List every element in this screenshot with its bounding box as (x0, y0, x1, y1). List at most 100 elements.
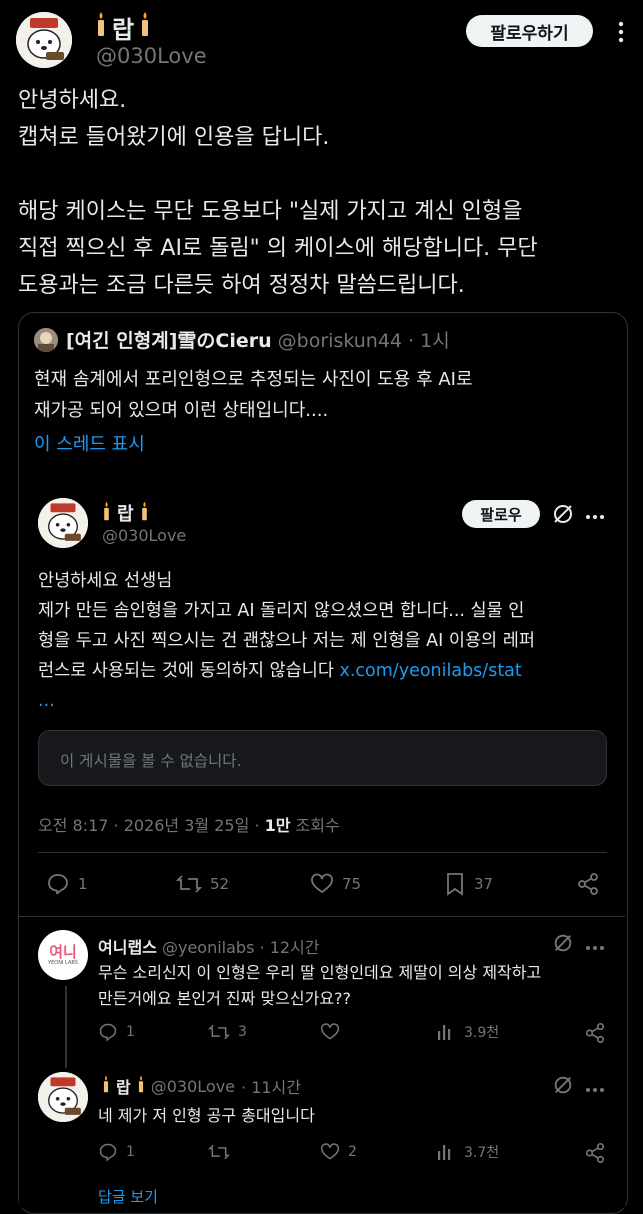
thread-line (65, 986, 67, 1068)
reply1-display-name[interactable]: 여니랩스 (98, 938, 157, 957)
reply2-more-icon[interactable] (584, 1080, 606, 1092)
repost-count: 3 (238, 1024, 247, 1040)
like-count: 2 (348, 1144, 357, 1160)
like-count: 75 (342, 875, 362, 893)
author-display-name[interactable]: 랍 (112, 10, 134, 45)
inner-meta-time: 오전 8:17 · 2026년 3월 25일 · (38, 816, 265, 835)
grok-icon[interactable] (551, 502, 575, 526)
repost-icon (176, 875, 202, 893)
candle-icon (140, 501, 149, 526)
author-handle[interactable]: @030Love (96, 44, 207, 68)
quoted-line: 재가공 되어 있으며 이런 상태입니다.... (34, 400, 329, 421)
divider (19, 916, 625, 917)
post-line: 안녕하세요. (18, 88, 127, 113)
unavailable-post-box: 이 게시물을 볼 수 없습니다. (38, 730, 607, 786)
reply1-handle[interactable]: @yeonilabs (162, 938, 254, 957)
reply1-time: · 12시간 (259, 938, 320, 957)
reply2-text: 네 제가 저 인형 공구 총대입니다 (98, 1106, 315, 1125)
unavailable-text: 이 게시물을 볼 수 없습니다. (60, 752, 242, 770)
show-thread-link[interactable]: 이 스레드 표시 (34, 430, 145, 456)
reply1-avatar[interactable]: 여니 YEONI LABS (38, 930, 88, 980)
more-replies-link[interactable]: 답글 보기 (98, 1186, 158, 1207)
reply2-repost-button[interactable] (208, 1142, 238, 1162)
author-avatar[interactable] (16, 12, 72, 68)
inner-post-link-more[interactable]: ... (38, 686, 608, 716)
inner-meta: 오전 8:17 · 2026년 3월 25일 · 1만 조회수 (38, 812, 340, 836)
post-line (18, 156, 628, 193)
reply2-display-name[interactable]: 랍 (116, 1074, 131, 1098)
inner-share-button[interactable] (576, 872, 600, 896)
inner-follow-button[interactable]: 팔로우 (462, 500, 540, 528)
heart-icon (311, 873, 333, 894)
post-line: 도용과는 조금 다른듯 하여 정정차 말씀드립니다. (18, 273, 465, 298)
inner-line: 안녕하세요 선생님 (38, 571, 173, 591)
share-icon (578, 873, 598, 895)
candle-icon (102, 501, 111, 526)
quoted-handle[interactable]: @boriskun44 (278, 330, 402, 352)
grok-icon[interactable] (552, 1074, 574, 1096)
candle-icon (137, 1075, 145, 1097)
inner-post-link[interactable]: x.com/yeonilabs/stat (340, 661, 522, 681)
reply2-time: · 11시간 (241, 1078, 301, 1097)
reply1-line: 만든거에요 본인거 진짜 맞으신가요?? (98, 989, 352, 1008)
views-chart-icon (438, 1025, 451, 1040)
repost-icon (208, 1024, 230, 1040)
views-count: 3.9천 (464, 1025, 500, 1041)
reply2-reply-button[interactable]: 1 (98, 1142, 135, 1162)
inner-repost-button[interactable]: 52 (176, 872, 229, 896)
reply-count: 1 (126, 1024, 135, 1040)
reply1-avatar-subtitle: YEONI LABS (48, 959, 78, 966)
views-chart-icon (438, 1145, 451, 1160)
candle-icon (96, 11, 106, 43)
reply1-avatar-logo: 여니 (49, 942, 77, 961)
reply-icon (48, 874, 68, 895)
post-line: 캡쳐로 들어왔기에 인용을 답니다. (18, 125, 330, 150)
reply2-views-button[interactable]: 3.7천 (436, 1142, 499, 1162)
main-post-text: 안녕하세요. 캡쳐로 들어왔기에 인용을 답니다. 해당 케이스는 무단 도용보… (18, 82, 628, 304)
quoted-time: · 1시 (408, 330, 450, 352)
repost-icon (208, 1144, 230, 1160)
inner-meta-views-number: 1만 (264, 816, 291, 835)
reply-count: 1 (126, 1144, 135, 1160)
reply1-views-button[interactable]: 3.9천 (436, 1022, 499, 1042)
reply2-avatar[interactable] (38, 1072, 88, 1122)
reply2-handle[interactable]: @030Love (151, 1077, 235, 1096)
inner-line: 제가 만든 솜인형을 가지고 AI 돌리지 않으셨으면 합니다... 실물 인 (38, 601, 525, 621)
inner-like-button[interactable]: 75 (310, 872, 361, 896)
bookmark-icon (447, 873, 463, 896)
inner-post-text: 안녕하세요 선생님 제가 만든 솜인형을 가지고 AI 돌리지 않으셨으면 합니… (38, 566, 608, 716)
inner-display-name[interactable]: 랍 (117, 500, 134, 526)
more-options-icon[interactable] (611, 20, 631, 44)
quoted-display-name[interactable]: [여긴 인형계]雪のCieru (66, 330, 272, 352)
reply1-like-button[interactable] (320, 1022, 348, 1042)
reply2-like-button[interactable]: 2 (320, 1142, 357, 1162)
grok-icon[interactable] (552, 932, 574, 954)
reply1-text: 무슨 소리신지 이 인형은 우리 딸 인형인데요 제딸이 의상 제작하고 만든거… (98, 960, 541, 1012)
candle-icon (102, 1075, 110, 1097)
reply2-share-icon[interactable] (584, 1142, 606, 1164)
reply-icon (99, 1143, 117, 1162)
inner-line: 형을 두고 사진 찍으시는 건 괜찮으나 저는 제 인형을 AI 이용의 레퍼 (38, 631, 535, 651)
inner-more-icon[interactable] (584, 508, 606, 520)
inner-bookmark-button[interactable]: 37 (444, 872, 493, 896)
follow-button[interactable]: 팔로우하기 (466, 15, 593, 47)
reply-icon (99, 1023, 117, 1042)
reply-count: 1 (78, 875, 88, 893)
heart-icon (320, 1143, 340, 1160)
quoted-line: 현재 솜계에서 포리인형으로 추정되는 사진이 도용 후 AI로 (34, 369, 473, 390)
inner-handle[interactable]: @030Love (102, 526, 186, 545)
inner-reply-button[interactable]: 1 (46, 872, 88, 896)
inner-line: 런스로 사용되는 것에 동의하지 않습니다 (38, 661, 340, 681)
candle-icon (140, 11, 150, 43)
divider (38, 852, 607, 853)
quoted-avatar[interactable] (34, 328, 58, 352)
reply1-share-icon[interactable] (584, 1022, 606, 1044)
inner-author-avatar[interactable] (38, 498, 88, 548)
bookmark-count: 37 (474, 875, 494, 893)
reply1-reply-button[interactable]: 1 (98, 1022, 135, 1042)
quoted-text: 현재 솜계에서 포리인형으로 추정되는 사진이 도용 후 AI로 재가공 되어 … (34, 364, 473, 426)
reply1-repost-button[interactable]: 3 (208, 1022, 247, 1042)
reply1-line: 무슨 소리신지 이 인형은 우리 딸 인형인데요 제딸이 의상 제작하고 (98, 963, 542, 982)
reply1-more-icon[interactable] (584, 938, 606, 950)
post-line: 직접 찍으신 후 AI로 돌림" 의 케이스에 해당합니다. 무단 (18, 236, 538, 261)
